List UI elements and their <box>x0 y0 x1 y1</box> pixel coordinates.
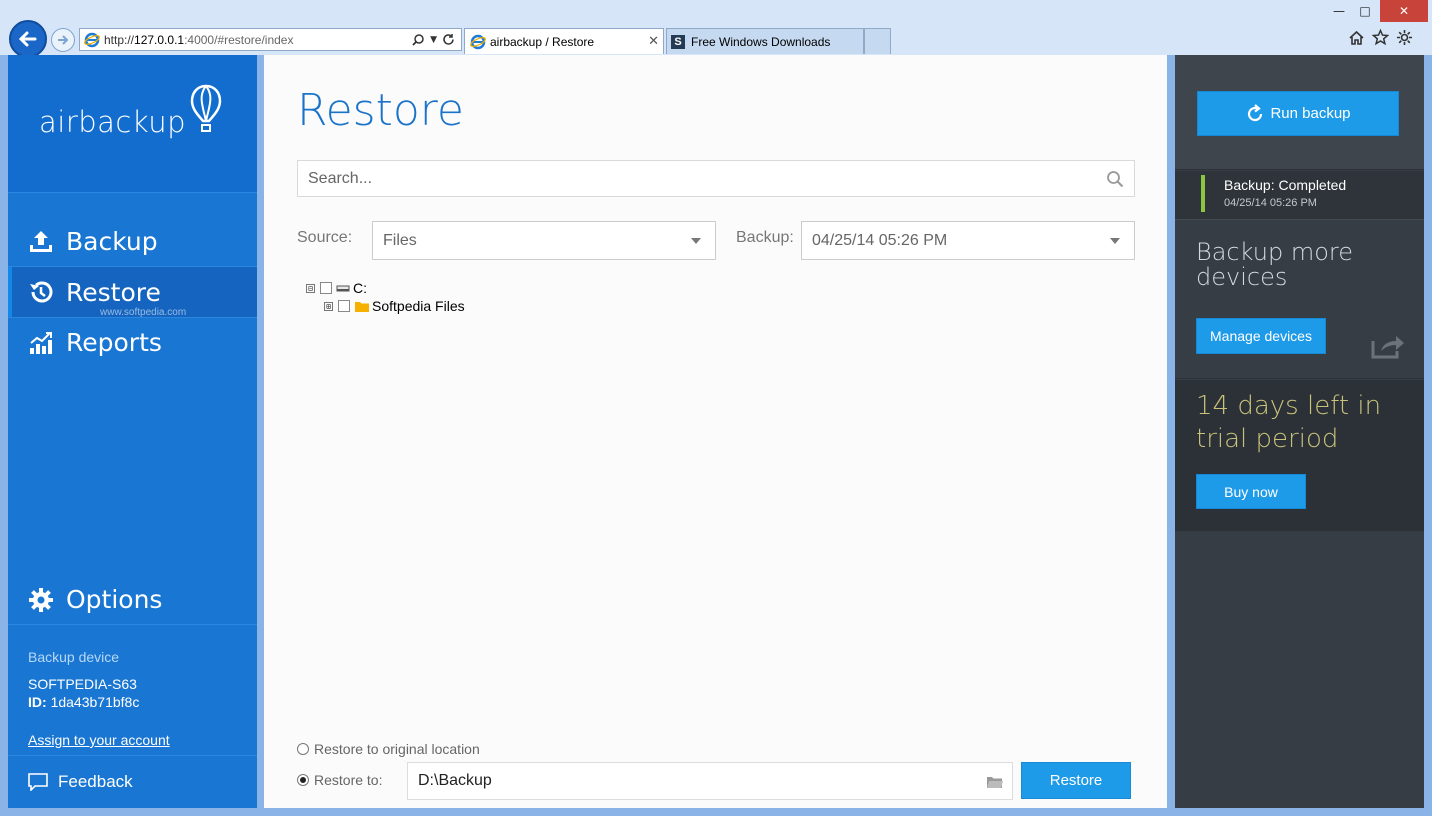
tab-airbackup-restore[interactable]: airbackup / Restore ✕ <box>464 28 664 54</box>
run-backup-area: Run backup <box>1175 55 1424 170</box>
balloon-icon <box>190 84 222 132</box>
tab-label: Free Windows Downloads <box>691 34 831 49</box>
page-title: Restore <box>297 85 464 136</box>
sidebar-item-label: Options <box>66 585 163 614</box>
upload-icon <box>30 230 52 252</box>
destination-field <box>407 762 1013 800</box>
radio-label: Restore to original location <box>314 741 480 757</box>
run-backup-button[interactable]: Run backup <box>1197 91 1399 136</box>
history-icon <box>30 281 53 303</box>
sidebar-item-options[interactable]: Options <box>8 575 257 625</box>
ie-icon <box>470 34 486 49</box>
search-icon[interactable] <box>411 33 425 47</box>
star-icon[interactable] <box>1372 29 1389 46</box>
buy-now-button[interactable]: Buy now <box>1196 474 1306 509</box>
trial-area: 14 days left in trial period Buy now <box>1175 380 1424 531</box>
backup-label: Backup: <box>736 229 794 246</box>
backup-status: Backup: Completed 04/25/14 05:26 PM <box>1175 171 1424 220</box>
backup-value: 04/25/14 05:26 PM <box>812 231 948 249</box>
device-label: Backup device <box>28 649 120 665</box>
home-icon[interactable] <box>1348 29 1365 46</box>
expand-icon[interactable]: ⊞ <box>324 301 333 311</box>
file-tree: ⊟ C: ⊞ Softpedia Files <box>306 279 465 315</box>
radio-label: Restore to: <box>314 772 383 788</box>
address-bar[interactable]: http://127.0.0.1:4000/#restore/index ▼ <box>79 28 462 51</box>
radio-button[interactable] <box>297 774 309 786</box>
run-backup-label: Run backup <box>1270 105 1351 122</box>
source-select[interactable]: Files <box>372 221 716 260</box>
status-time: 04/25/14 05:26 PM <box>1224 197 1317 209</box>
arrow-left-icon <box>18 31 37 47</box>
more-devices-title: Backup more devices <box>1196 238 1354 291</box>
close-tab-icon[interactable]: ✕ <box>648 33 659 49</box>
close-window-button[interactable]: ✕ <box>1380 0 1428 22</box>
tree-node-c: ⊟ C: <box>306 279 465 297</box>
sidebar-item-label: Restore <box>66 277 161 307</box>
maximize-button[interactable]: □ <box>1352 0 1378 22</box>
sidebar-item-label: Reports <box>66 328 162 357</box>
sidebar-item-reports[interactable]: Reports <box>8 317 257 367</box>
arrow-right-icon <box>58 35 69 45</box>
chevron-down-icon <box>1110 238 1120 244</box>
source-value: Files <box>383 231 417 249</box>
status-title: Backup: Completed <box>1224 177 1347 193</box>
trial-text: 14 days left in trial period <box>1196 391 1382 454</box>
new-tab-button[interactable] <box>864 28 891 54</box>
refresh-icon <box>1248 103 1263 121</box>
softpedia-icon: S <box>671 34 685 49</box>
source-label: Source: <box>297 229 353 246</box>
dropdown-icon[interactable]: ▼ <box>430 35 437 45</box>
app-logo: airbackup <box>39 105 187 139</box>
restore-original-option[interactable]: Restore to original location <box>297 741 480 757</box>
tree-node-label: C: <box>353 280 367 296</box>
device-name: SOFTPEDIA-S63 <box>28 676 137 692</box>
assign-account-link[interactable]: Assign to your account <box>28 732 170 748</box>
drive-icon <box>336 285 350 292</box>
tab-label: airbackup / Restore <box>490 34 595 49</box>
minimize-button[interactable]: — <box>1326 0 1352 22</box>
refresh-icon[interactable] <box>442 33 455 46</box>
folder-browse-icon[interactable] <box>986 774 1004 789</box>
search-icon[interactable] <box>1106 170 1124 188</box>
tree-node-label: Softpedia Files <box>372 298 465 314</box>
radio-button[interactable] <box>297 743 309 755</box>
collapse-icon[interactable]: ⊟ <box>306 283 315 293</box>
gear-icon[interactable] <box>1396 29 1413 46</box>
restore-to-option[interactable]: Restore to: <box>297 772 382 788</box>
chart-icon <box>30 331 52 354</box>
main-content: Restore Source: Files Backup: 04/25/14 0… <box>264 55 1167 808</box>
device-id: ID: 1da43b71bf8c <box>28 694 140 710</box>
feedback-label: Feedback <box>58 772 133 791</box>
restore-button[interactable]: Restore <box>1021 762 1131 799</box>
search-box <box>297 160 1135 197</box>
sidebar-item-label: Backup <box>66 227 158 256</box>
destination-input[interactable] <box>408 763 986 799</box>
tree-checkbox[interactable] <box>338 300 350 312</box>
browser-chrome: http://127.0.0.1:4000/#restore/index ▼ a… <box>0 0 1432 58</box>
back-button[interactable] <box>9 20 47 58</box>
status-indicator <box>1201 175 1205 212</box>
gear-icon <box>29 587 53 612</box>
right-panel: Run backup Backup: Completed 04/25/14 05… <box>1175 55 1424 808</box>
search-input[interactable] <box>298 161 1106 196</box>
tree-checkbox[interactable] <box>320 282 332 294</box>
folder-icon <box>355 301 369 312</box>
sidebar: airbackup Backup Restore www.softpedia.c… <box>8 55 257 808</box>
share-icon[interactable] <box>1371 333 1405 359</box>
forward-button[interactable] <box>51 28 75 52</box>
logo-area: airbackup <box>8 55 257 193</box>
url-text: http://127.0.0.1:4000/#restore/index <box>104 32 294 47</box>
backup-select[interactable]: 04/25/14 05:26 PM <box>801 221 1135 260</box>
feedback-button[interactable]: Feedback <box>8 755 257 808</box>
more-devices-area: Backup more devices Manage devices <box>1175 221 1424 379</box>
chat-icon <box>28 773 48 791</box>
chevron-down-icon <box>691 238 701 244</box>
manage-devices-button[interactable]: Manage devices <box>1196 318 1326 354</box>
tree-node-softpedia-files: ⊞ Softpedia Files <box>324 297 465 315</box>
tab-free-windows-downloads[interactable]: S Free Windows Downloads <box>666 28 864 54</box>
sidebar-item-backup[interactable]: Backup <box>8 217 257 267</box>
ie-icon <box>84 32 100 47</box>
